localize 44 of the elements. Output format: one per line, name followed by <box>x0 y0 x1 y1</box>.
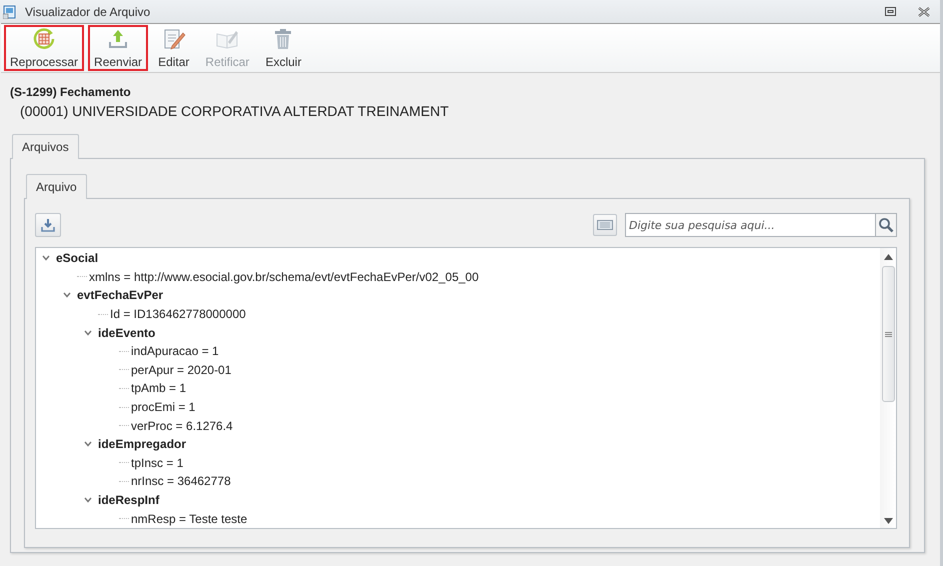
tree-attribute: nrInsc = 36462778 <box>131 474 231 488</box>
tree-node[interactable]: eSocial <box>56 251 98 266</box>
expand-toggle-icon[interactable] <box>84 440 92 448</box>
tree-attribute: perApur = 2020-01 <box>131 362 232 377</box>
tree-attribute: verProc = 6.1276.4 <box>131 418 233 433</box>
expand-toggle-icon[interactable] <box>84 496 92 504</box>
expand-toggle-icon[interactable] <box>63 291 71 300</box>
edit-icon <box>162 27 186 51</box>
tree-node[interactable]: ideEvento <box>98 326 156 340</box>
window-title: Visualizador de Arquivo <box>25 4 150 18</box>
calculator-refresh-icon <box>32 27 56 51</box>
xml-button[interactable] <box>593 214 617 236</box>
event-title: (S-1299) Fechamento <box>10 85 132 99</box>
expand-toggle-icon[interactable] <box>42 254 50 262</box>
download-icon <box>40 217 56 233</box>
document-icon <box>597 220 613 230</box>
tab[interactable]: Arquivo <box>26 174 87 199</box>
tree-attribute: tpInsc = 1 <box>131 456 184 470</box>
company-name: (00001) UNIVERSIDADE CORPORATIVA ALTERDAT TREINAMENT <box>19 103 450 119</box>
search-field[interactable]: Digite sua pesquisa aqui... <box>625 213 876 237</box>
restore-icon[interactable] <box>885 7 896 16</box>
upload-button[interactable]: Reenviar <box>88 25 148 71</box>
tree-node[interactable]: evtFechaEvPer <box>77 288 164 302</box>
reprocess-button[interactable]: Reprocessar <box>4 25 84 71</box>
tree-attribute: tpAmb = 1 <box>131 381 186 396</box>
tree-attribute: Id = ID136462778000000 <box>110 307 246 322</box>
close-icon[interactable] <box>918 6 930 16</box>
tree-node[interactable]: ideEmpregador <box>98 437 186 452</box>
tree-attribute: nmResp = Teste teste <box>131 512 248 526</box>
search-button[interactable] <box>876 213 897 237</box>
scroll-up-icon[interactable] <box>884 254 892 260</box>
download-button[interactable] <box>35 213 61 237</box>
tree-node[interactable]: ideRespInf <box>98 493 160 508</box>
tab[interactable]: Arquivos <box>12 134 79 159</box>
app-icon <box>3 4 17 18</box>
tree-attribute: procEmi = 1 <box>131 400 196 414</box>
search-icon <box>878 217 894 233</box>
expand-toggle-icon[interactable] <box>84 328 92 337</box>
tree-attribute: xmlns = http://www.esocial.gov.br/schema/evt/evtFechaEvPer/v02_05_00 <box>89 270 479 284</box>
delete-button[interactable]: Excluir <box>259 25 308 71</box>
scrollbar-thumb[interactable] <box>882 266 894 402</box>
scroll-down-icon[interactable] <box>884 518 892 524</box>
tree-attribute: indApuracao = 1 <box>131 344 219 358</box>
edit-button[interactable]: Editar <box>152 25 196 71</box>
